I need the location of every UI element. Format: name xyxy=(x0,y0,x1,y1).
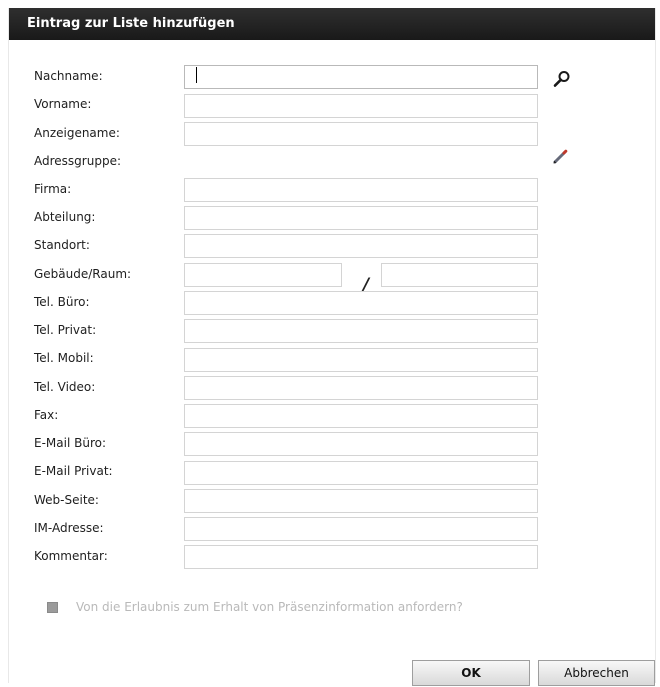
presence-request-checkbox[interactable] xyxy=(47,602,58,613)
label-im-adresse: IM-Adresse: xyxy=(34,521,104,535)
search-icon[interactable] xyxy=(553,70,571,92)
label-abteilung: Abteilung: xyxy=(34,210,96,224)
firma-field[interactable] xyxy=(184,178,538,202)
label-email-privat: E-Mail Privat: xyxy=(34,464,113,478)
label-kommentar: Kommentar: xyxy=(34,549,108,563)
label-nachname: Nachname: xyxy=(34,69,103,83)
tel-mobil-field[interactable] xyxy=(184,348,538,372)
label-firma: Firma: xyxy=(34,182,72,196)
label-fax: Fax: xyxy=(34,408,59,422)
gebaeude-field[interactable] xyxy=(184,263,342,287)
kommentar-field[interactable] xyxy=(184,545,538,569)
label-gebaeude-raum: Gebäude/Raum: xyxy=(34,267,132,281)
raum-field[interactable] xyxy=(381,263,538,287)
vorname-field[interactable] xyxy=(184,94,538,118)
label-tel-video: Tel. Video: xyxy=(34,380,96,394)
nachname-field[interactable] xyxy=(184,65,538,89)
label-standort: Standort: xyxy=(34,238,90,252)
anzeigename-field[interactable] xyxy=(184,122,538,146)
ok-button[interactable]: OK xyxy=(412,660,530,686)
label-tel-mobil: Tel. Mobil: xyxy=(34,351,94,365)
label-adressgruppe: Adressgruppe: xyxy=(34,154,121,168)
tel-buero-field[interactable] xyxy=(184,291,538,315)
cancel-button[interactable]: Abbrechen xyxy=(538,660,655,686)
label-anzeigename: Anzeigename: xyxy=(34,126,120,140)
presence-request-label: Von die Erlaubnis zum Erhalt von Präsenz… xyxy=(76,600,463,614)
fax-field[interactable] xyxy=(184,404,538,428)
abteilung-field[interactable] xyxy=(184,206,538,230)
label-vorname: Vorname: xyxy=(34,97,92,111)
label-email-buero: E-Mail Büro: xyxy=(34,436,106,450)
email-privat-field[interactable] xyxy=(184,461,538,485)
text-caret xyxy=(196,67,197,83)
add-entry-dialog: Eintrag zur Liste hinzufügen Nachname: V… xyxy=(8,8,656,686)
label-webseite: Web-Seite: xyxy=(34,493,99,507)
webseite-field[interactable] xyxy=(184,489,538,513)
email-buero-field[interactable] xyxy=(184,432,538,456)
tel-privat-field[interactable] xyxy=(184,319,538,343)
im-adresse-field[interactable] xyxy=(184,517,538,541)
label-tel-buero: Tel. Büro: xyxy=(34,295,90,309)
dialog-title: Eintrag zur Liste hinzufügen xyxy=(27,16,235,31)
dialog-titlebar: Eintrag zur Liste hinzufügen xyxy=(9,8,655,40)
pencil-icon[interactable] xyxy=(552,149,568,169)
tel-video-field[interactable] xyxy=(184,376,538,400)
standort-field[interactable] xyxy=(184,234,538,258)
label-tel-privat: Tel. Privat: xyxy=(34,323,97,337)
